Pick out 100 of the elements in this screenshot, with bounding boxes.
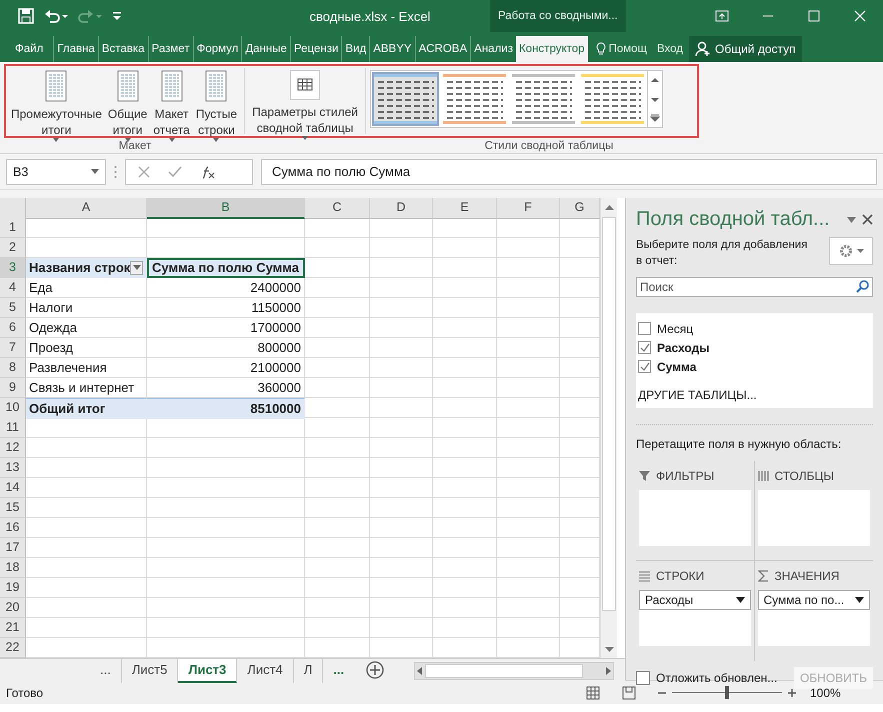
table-cell[interactable]: 8510000 xyxy=(147,398,305,419)
column-header[interactable]: D xyxy=(370,198,433,219)
table-style-thumbnail[interactable] xyxy=(441,72,508,126)
row-header[interactable]: 14 xyxy=(0,478,26,498)
scrollbar-thumb[interactable] xyxy=(602,217,616,611)
help-link[interactable]: Помощ xyxy=(608,43,647,55)
field-dropdown[interactable]: Расходы xyxy=(639,590,750,610)
field-label[interactable]: Месяц xyxy=(657,322,694,336)
formula-field[interactable]: Сумма по полю Сумма xyxy=(261,158,877,184)
settings-button[interactable] xyxy=(829,237,873,265)
row-header[interactable]: 17 xyxy=(0,538,26,558)
report-layout-icon[interactable] xyxy=(114,70,141,102)
sheet-tab[interactable]: ... xyxy=(323,659,354,683)
field-label[interactable]: Сумма xyxy=(657,360,696,374)
row-header[interactable]: 8 xyxy=(0,358,26,378)
table-cell[interactable]: 2400000 xyxy=(147,278,305,298)
ribbon-options-icon[interactable] xyxy=(714,8,730,24)
ribbon-tab[interactable]: Файл xyxy=(12,36,54,62)
undo-icon[interactable] xyxy=(44,8,68,24)
table-cell[interactable]: Связь и интернет xyxy=(26,378,147,398)
column-header[interactable]: A xyxy=(26,198,147,219)
checkbox[interactable] xyxy=(636,671,650,685)
checkbox[interactable] xyxy=(638,360,651,373)
row-header[interactable]: 2 xyxy=(0,238,26,258)
table-cell[interactable]: Налоги xyxy=(26,298,147,318)
more-tables-link[interactable]: ДРУГИЕ ТАБЛИЦЫ... xyxy=(638,388,871,402)
ribbon-button[interactable]: Макет отчета xyxy=(150,68,193,134)
defer-label[interactable]: Отложить обновлен... xyxy=(656,671,778,685)
insert-function-button[interactable] xyxy=(200,164,216,178)
table-style-thumbnail[interactable] xyxy=(510,72,577,126)
row-header[interactable]: 12 xyxy=(0,438,26,458)
table-grid-icon[interactable] xyxy=(290,70,320,100)
row-header[interactable]: 9 xyxy=(0,378,26,398)
share-button[interactable]: Общий доступ xyxy=(689,36,802,62)
table-cell[interactable]: Общий итог xyxy=(26,398,147,419)
table-cell[interactable]: Развлечения xyxy=(26,358,147,378)
page-layout-icon[interactable] xyxy=(622,686,636,700)
sign-in-link[interactable]: Вход xyxy=(653,43,688,55)
table-style-thumbnail[interactable] xyxy=(372,72,439,126)
ribbon-button[interactable]: Пустые строки xyxy=(192,68,240,134)
more-icon[interactable] xyxy=(650,113,660,122)
row-header[interactable]: 18 xyxy=(0,558,26,578)
field-label[interactable]: Расходы xyxy=(657,340,710,354)
column-header[interactable]: G xyxy=(560,198,600,219)
name-box[interactable]: B3 xyxy=(6,158,106,184)
report-layout-icon[interactable] xyxy=(43,70,70,102)
row-header[interactable]: 1 xyxy=(0,218,26,238)
row-header[interactable]: 22 xyxy=(0,638,26,658)
ribbon-button[interactable]: Общие итоги xyxy=(104,68,150,134)
maximize-icon[interactable] xyxy=(806,8,822,24)
row-header[interactable]: 6 xyxy=(0,318,26,338)
customize-icon[interactable] xyxy=(112,10,122,22)
row-header[interactable]: 16 xyxy=(0,518,26,538)
report-layout-icon[interactable] xyxy=(158,70,185,102)
close-icon[interactable] xyxy=(852,8,868,24)
table-cell[interactable]: 2100000 xyxy=(147,358,305,378)
sheet-tab[interactable]: Лист3 xyxy=(178,659,238,683)
table-cell[interactable]: Еда xyxy=(26,278,147,298)
report-layout-icon[interactable] xyxy=(203,70,230,102)
table-cell[interactable]: Одежда xyxy=(26,318,147,338)
row-header[interactable]: 10 xyxy=(0,398,26,419)
drop-area[interactable]: Расходы xyxy=(639,590,750,646)
scroll-up-icon[interactable] xyxy=(604,204,614,210)
column-header[interactable]: F xyxy=(497,198,560,219)
search-field[interactable]: Поиск xyxy=(636,277,873,297)
checkbox[interactable] xyxy=(638,341,651,354)
search-icon[interactable] xyxy=(856,280,869,293)
checkbox[interactable] xyxy=(638,322,651,335)
save-icon[interactable] xyxy=(18,8,34,24)
ribbon-tab[interactable]: Конструктор xyxy=(516,36,588,62)
row-header[interactable]: 4 xyxy=(0,278,26,298)
ribbon-button[interactable]: Параметры стилей сводной таблицы xyxy=(249,68,361,134)
row-header[interactable]: 20 xyxy=(0,598,26,618)
close-icon[interactable] xyxy=(862,214,873,225)
row-header[interactable]: 15 xyxy=(0,498,26,518)
column-header[interactable]: C xyxy=(305,198,370,219)
column-header[interactable]: E xyxy=(433,198,497,219)
normal-view-icon[interactable] xyxy=(586,686,600,700)
row-header[interactable]: 11 xyxy=(0,418,26,438)
table-cell[interactable]: 360000 xyxy=(147,378,305,398)
row-header[interactable]: 3 xyxy=(0,258,26,278)
ribbon-button[interactable]: Промежуточные итоги xyxy=(8,68,105,134)
scroll-right-icon[interactable] xyxy=(603,666,614,676)
zoom-in-icon[interactable] xyxy=(788,688,796,696)
field-dropdown[interactable]: Сумма по по... xyxy=(758,590,870,610)
row-header[interactable]: 19 xyxy=(0,578,26,598)
scroll-up-icon[interactable] xyxy=(650,76,660,85)
table-cell[interactable]: Проезд xyxy=(26,338,147,358)
filter-dropdown-button[interactable] xyxy=(130,260,143,274)
table-cell[interactable]: 1700000 xyxy=(147,318,305,338)
drop-area[interactable]: Сумма по по... xyxy=(758,590,870,646)
row-header[interactable]: 7 xyxy=(0,338,26,358)
dropdown-icon[interactable] xyxy=(847,216,856,222)
row-header[interactable]: 13 xyxy=(0,458,26,478)
table-cell[interactable]: 800000 xyxy=(147,338,305,358)
table-cell[interactable]: Сумма по полю Сумма xyxy=(147,258,305,278)
row-header[interactable]: 5 xyxy=(0,298,26,318)
table-style-thumbnail[interactable] xyxy=(579,72,646,126)
row-header[interactable]: 21 xyxy=(0,618,26,638)
column-header[interactable]: B xyxy=(147,198,305,219)
